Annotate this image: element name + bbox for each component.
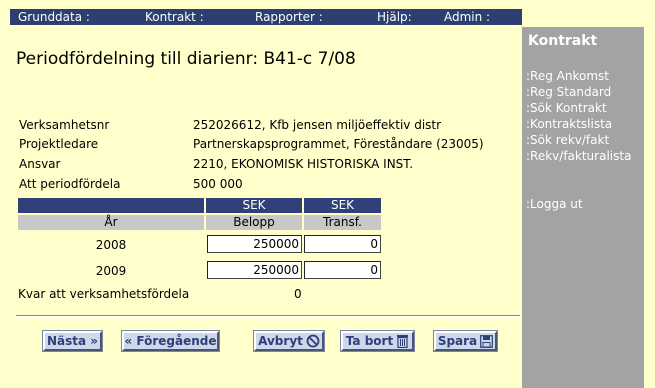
delete-button-label: Ta bort [345, 334, 394, 348]
column-header-amount: Belopp [206, 215, 302, 230]
table-header-currency-transf: SEK [304, 198, 381, 213]
sidebar-item-reg-standard[interactable]: :Reg Standard [526, 85, 611, 99]
sidebar-item-logga-ut[interactable]: :Logga ut [526, 197, 583, 211]
menu-grunddata[interactable]: Grunddata : [18, 10, 90, 24]
row-year-2008: 2008 [95, 238, 127, 252]
amount-input-2009[interactable] [207, 261, 302, 279]
info-label-att-periodfordela: Att periodfördela [19, 177, 121, 191]
previous-button-label: « Föregående [124, 334, 217, 348]
page-title: Periodfördelning till diarienr: B41-c 7/… [16, 49, 356, 69]
cancel-button-label: Avbryt [258, 334, 303, 348]
menu-kontrakt[interactable]: Kontrakt : [145, 10, 204, 24]
remaining-value: 0 [294, 287, 302, 301]
column-header-transf: Transf. [304, 215, 381, 230]
table-header-currency-amount: SEK [206, 198, 302, 213]
previous-button[interactable]: « Föregående [121, 330, 220, 352]
sidebar-item-rekv-fakturalista[interactable]: :Rekv/fakturalista [526, 149, 631, 163]
delete-button[interactable]: Ta bort [340, 330, 415, 352]
sidebar: Kontrakt :Reg Ankomst :Reg Standard :Sök… [522, 27, 644, 388]
info-label-verksamhetsnr: Verksamhetsnr [19, 118, 110, 132]
info-value-att-periodfordela: 500 000 [193, 177, 243, 191]
menu-hjalp[interactable]: Hjälp: [377, 10, 412, 24]
info-value-ansvar: 2210, EKONOMISK HISTORISKA INST. [193, 157, 414, 171]
sidebar-item-kontraktslista[interactable]: :Kontraktslista [526, 117, 612, 131]
sidebar-item-reg-ankomst[interactable]: :Reg Ankomst [526, 69, 609, 83]
trash-icon [396, 334, 409, 348]
floppy-disk-icon [480, 334, 494, 348]
info-value-verksamhetsnr: 252026612, Kfb jensen miljöeffektiv dist… [193, 118, 442, 132]
transf-input-2008[interactable] [304, 235, 381, 253]
top-menu-bar: Grunddata : Kontrakt : Rapporter : Hjälp… [10, 9, 522, 25]
transf-input-2009[interactable] [304, 261, 381, 279]
divider [16, 315, 520, 317]
row-year-2009: 2009 [95, 264, 127, 278]
info-label-ansvar: Ansvar [19, 157, 61, 171]
next-button[interactable]: Nästa » [42, 330, 103, 352]
remaining-label: Kvar att verksamhetsfördela [18, 287, 190, 301]
column-header-year: År [18, 215, 204, 230]
sidebar-item-sok-rekv-fakt[interactable]: :Sök rekv/fakt [526, 133, 609, 147]
table-header-blank [18, 198, 204, 213]
sidebar-item-sok-kontrakt[interactable]: :Sök Kontrakt [526, 101, 607, 115]
info-value-projektledare: Partnerskapsprogrammet, Föreståndare (23… [193, 137, 484, 151]
amount-input-2008[interactable] [207, 235, 302, 253]
menu-admin[interactable]: Admin : [444, 10, 490, 24]
next-button-label: Nästa » [46, 334, 99, 348]
save-button[interactable]: Spara [433, 330, 498, 352]
save-button-label: Spara [437, 334, 478, 348]
cancel-icon [306, 334, 320, 348]
menu-rapporter[interactable]: Rapporter : [255, 10, 323, 24]
info-label-projektledare: Projektledare [19, 137, 99, 151]
sidebar-heading: Kontrakt [528, 33, 598, 49]
cancel-button[interactable]: Avbryt [253, 330, 325, 352]
